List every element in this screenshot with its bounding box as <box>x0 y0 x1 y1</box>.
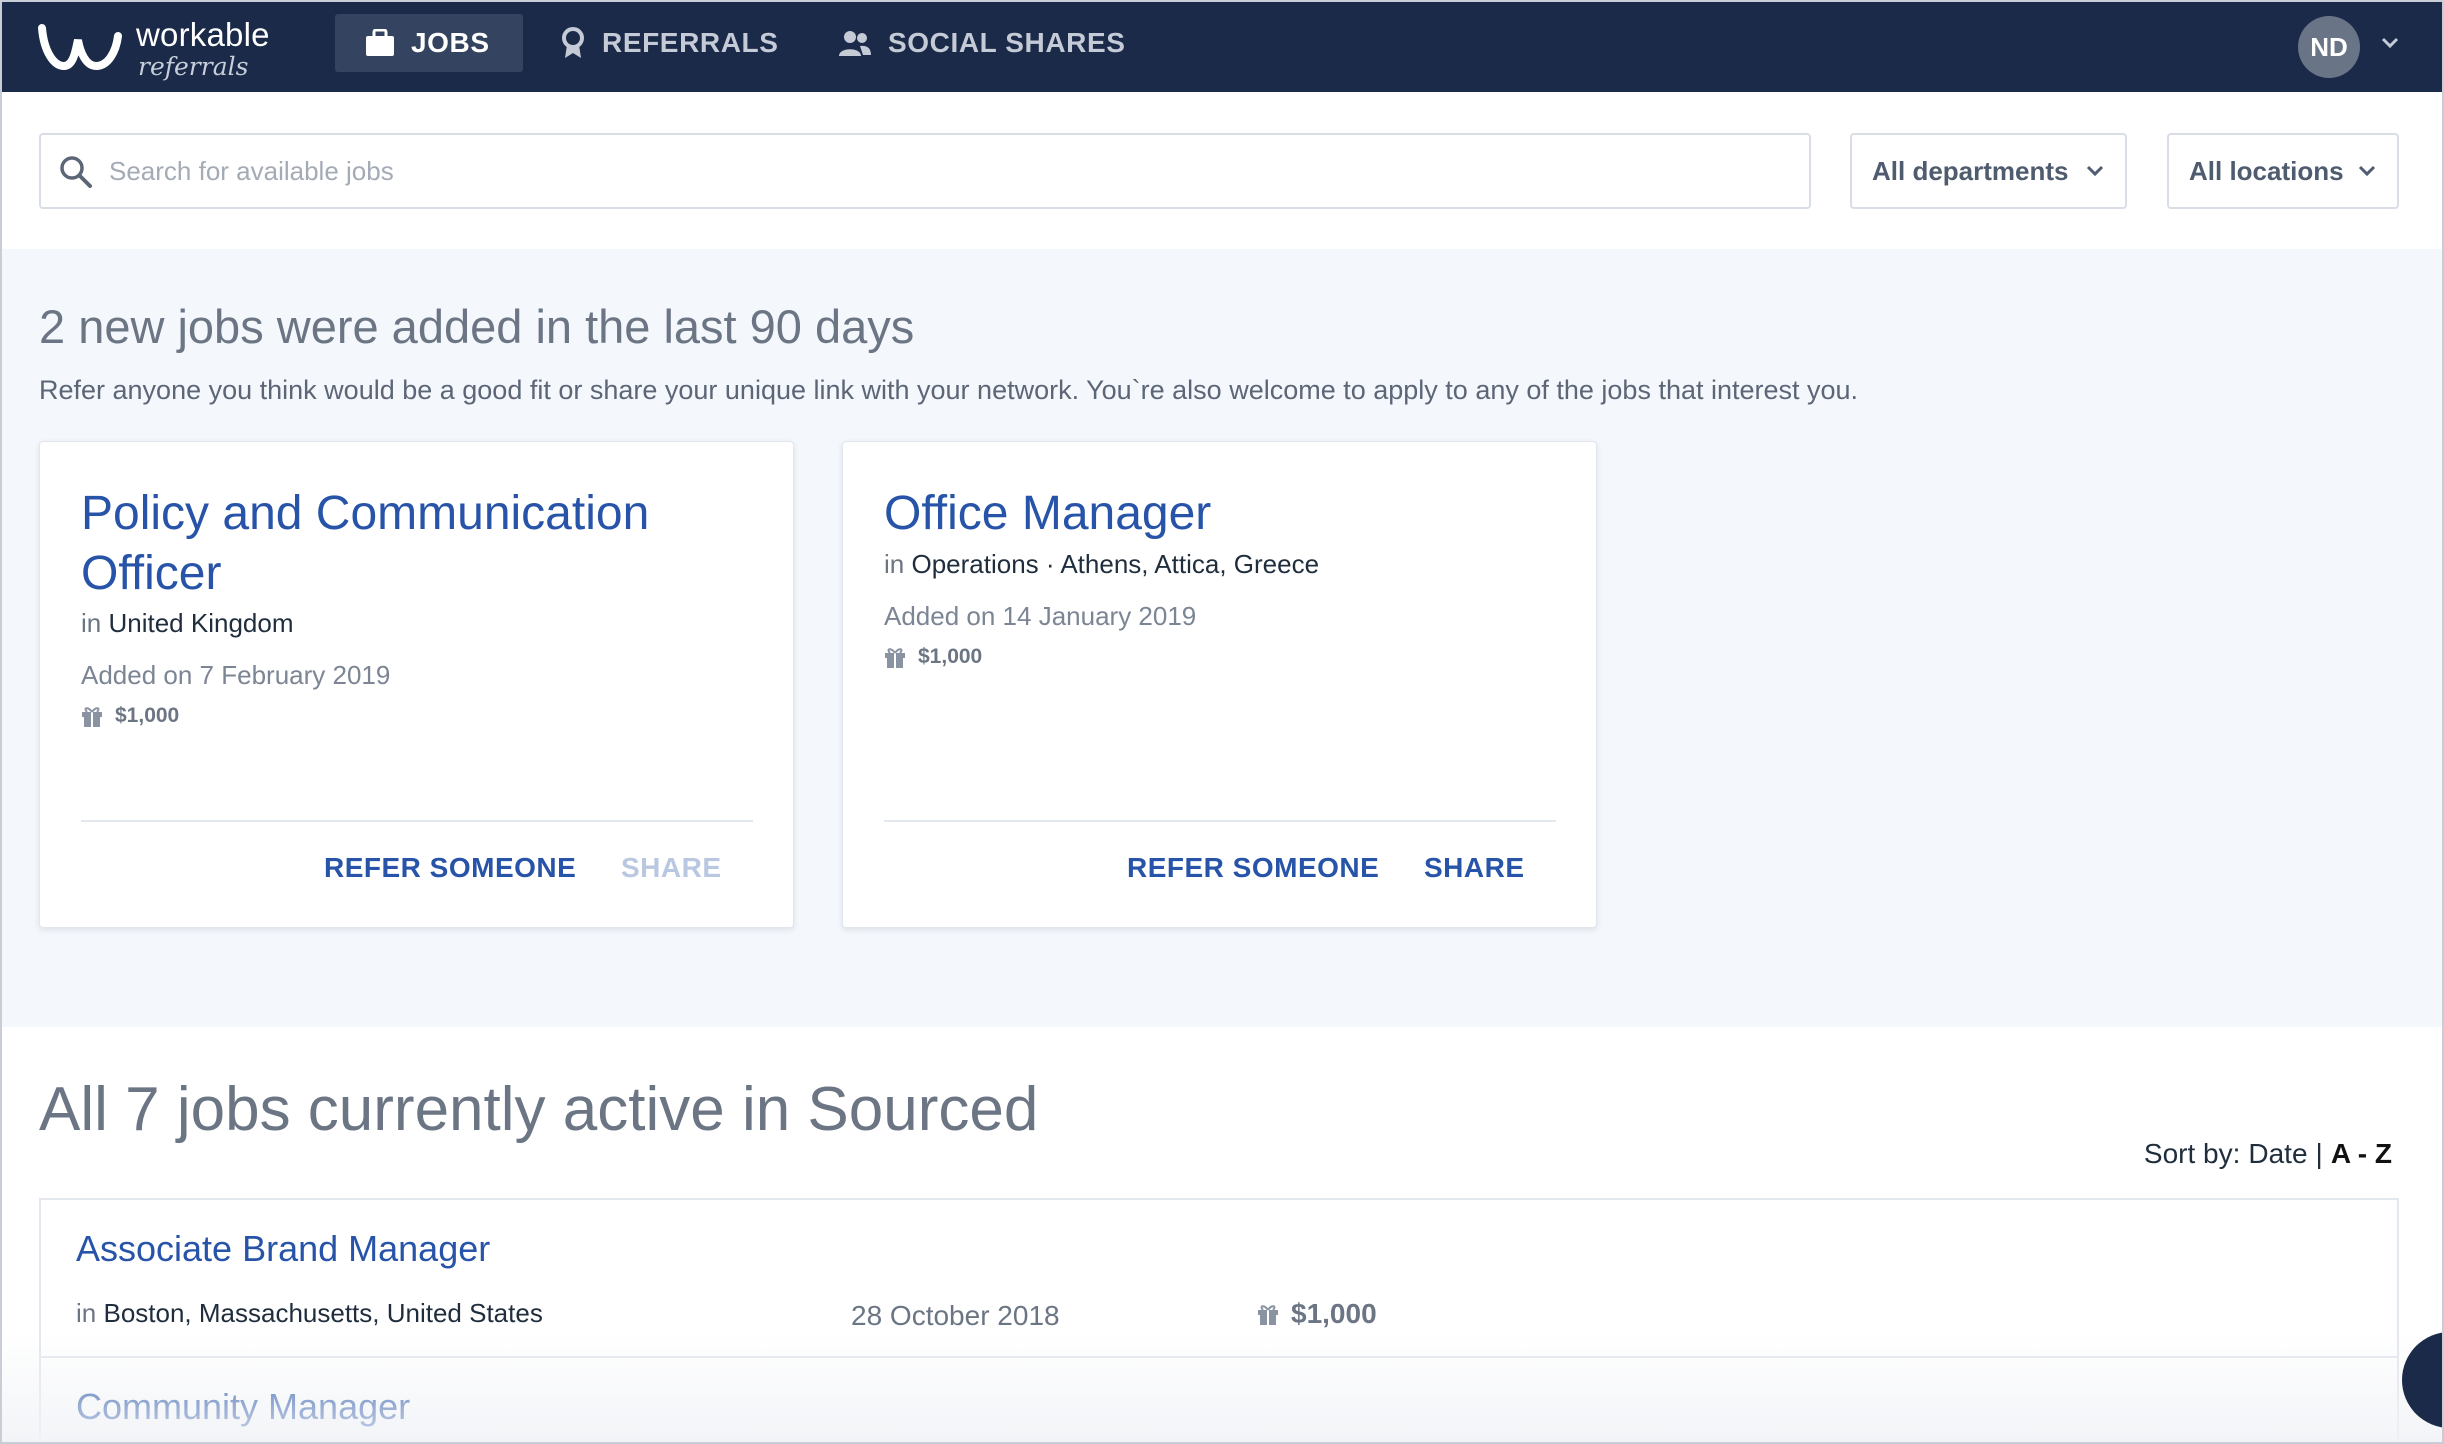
users-icon <box>839 31 871 56</box>
nav-tab-label: REFERRALS <box>602 27 779 58</box>
gift-icon <box>885 648 905 668</box>
top-navbar: workable referrals JOBS REFERRALS SOCIAL… <box>2 2 2442 92</box>
department-select-label: All departments <box>1872 155 2069 186</box>
job-list-row: Associate Brand Manager in Boston, Massa… <box>41 1200 2397 1358</box>
location-value: Operations · Athens, Attica, Greece <box>911 549 1320 579</box>
briefcase-icon <box>366 29 394 56</box>
chevron-down-icon <box>2358 165 2376 177</box>
nav-tab-label: SOCIAL SHARES <box>888 27 1126 58</box>
share-button[interactable]: SHARE <box>621 852 722 884</box>
job-card-title[interactable]: Office Manager <box>884 484 1544 544</box>
card-divider <box>81 820 753 822</box>
workable-referrals-logo[interactable]: workable referrals <box>38 14 278 81</box>
user-avatar[interactable]: ND <box>2298 16 2360 78</box>
logo-subtitle: referrals <box>138 52 249 81</box>
job-row-date: 28 October 2018 <box>851 1300 1060 1331</box>
bonus-amount: $1,000 <box>1291 1298 1377 1329</box>
job-card-location: in United Kingdom <box>81 608 293 639</box>
gift-icon <box>82 707 102 727</box>
job-card-location: in Operations · Athens, Attica, Greece <box>884 549 1319 580</box>
search-input[interactable] <box>109 137 1789 205</box>
chat-launcher-button[interactable] <box>2402 1332 2442 1428</box>
nav-tab-jobs[interactable]: JOBS <box>335 14 523 72</box>
location-prefix: in <box>76 1298 97 1328</box>
job-search-box <box>39 133 1811 209</box>
chevron-down-icon[interactable] <box>2380 36 2400 50</box>
bonus-amount: $1,000 <box>115 704 180 727</box>
job-row-title[interactable]: Associate Brand Manager <box>76 1228 490 1270</box>
location-value: Boston, Massachusetts, United States <box>103 1298 543 1328</box>
nav-tab-label: JOBS <box>411 27 490 58</box>
award-icon <box>562 27 584 58</box>
sort-label: Sort by: <box>2143 1138 2241 1169</box>
logo-wordmark: workable <box>136 16 270 53</box>
job-card: Office Manager in Operations · Athens, A… <box>842 441 1597 928</box>
location-value: United Kingdom <box>108 608 294 638</box>
job-list-row: Community Manager <box>41 1358 2397 1442</box>
nav-tab-social-shares[interactable]: SOCIAL SHARES <box>808 14 1156 72</box>
new-jobs-heading: 2 new jobs were added in the last 90 day… <box>39 300 915 353</box>
search-icon <box>60 156 92 188</box>
job-card-added-date: Added on 14 January 2019 <box>884 601 1197 631</box>
job-list: Associate Brand Manager in Boston, Massa… <box>39 1198 2399 1442</box>
sort-separator: | <box>2315 1138 2323 1169</box>
job-card-title[interactable]: Policy and Communication Officer <box>81 484 741 604</box>
card-divider <box>884 820 1556 822</box>
bonus-amount: $1,000 <box>918 645 983 668</box>
page: workable referrals JOBS REFERRALS SOCIAL… <box>0 0 2444 1444</box>
department-select[interactable]: All departments <box>1850 133 2127 209</box>
new-jobs-description: Refer anyone you think would be a good f… <box>39 375 1859 405</box>
location-prefix: in <box>884 549 905 579</box>
nav-tab-referrals[interactable]: REFERRALS <box>530 14 809 72</box>
job-card-bonus: $1,000 <box>884 645 982 669</box>
all-jobs-heading: All 7 jobs currently active in Sourced <box>39 1075 1039 1144</box>
location-select-label: All locations <box>2189 155 2344 186</box>
sort-by-date-link[interactable]: Date <box>2248 1138 2307 1170</box>
new-jobs-section: 2 new jobs were added in the last 90 day… <box>2 249 2442 1027</box>
refer-someone-button[interactable]: REFER SOMEONE <box>1127 852 1379 884</box>
sort-controls: Sort by: Date | A - Z <box>2144 1138 2392 1170</box>
job-row-location: in Boston, Massachusetts, United States <box>76 1298 543 1329</box>
gift-icon <box>1258 1305 1278 1325</box>
sort-by-az-link[interactable]: A - Z <box>2331 1138 2392 1170</box>
location-prefix: in <box>81 608 102 638</box>
job-card-bonus: $1,000 <box>81 704 179 728</box>
share-button[interactable]: SHARE <box>1424 852 1525 884</box>
job-row-bonus: $1,000 <box>1257 1298 1377 1330</box>
refer-someone-button[interactable]: REFER SOMEONE <box>324 852 576 884</box>
chevron-down-icon <box>2086 165 2104 177</box>
job-card: Policy and Communication Officer in Unit… <box>39 441 794 928</box>
job-row-title[interactable]: Community Manager <box>76 1386 410 1428</box>
workable-logo-icon <box>38 24 122 71</box>
job-card-added-date: Added on 7 February 2019 <box>81 660 391 690</box>
location-select[interactable]: All locations <box>2167 133 2399 209</box>
